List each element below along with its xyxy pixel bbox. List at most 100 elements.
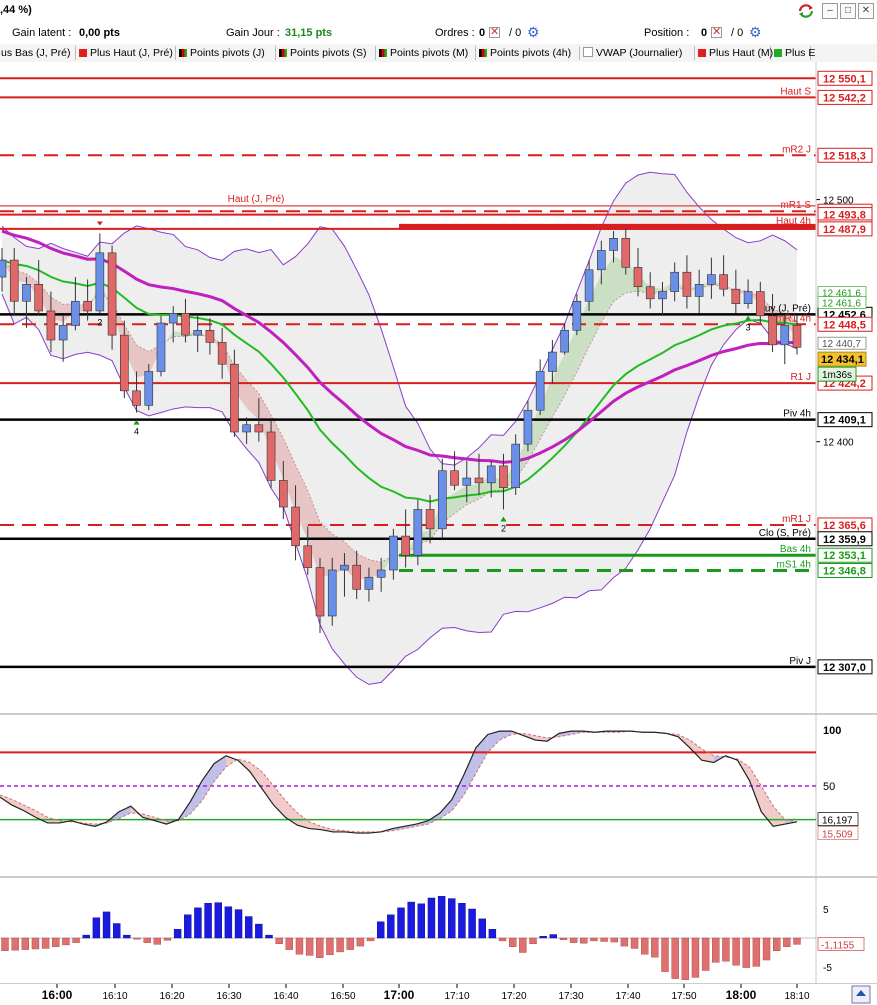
candle[interactable] bbox=[352, 564, 361, 590]
candle[interactable] bbox=[645, 286, 655, 300]
candle[interactable] bbox=[254, 424, 264, 433]
candle[interactable] bbox=[327, 569, 337, 617]
candle[interactable] bbox=[572, 300, 582, 331]
candle[interactable] bbox=[438, 470, 447, 530]
signal-label: 4 bbox=[134, 427, 139, 437]
candle[interactable] bbox=[474, 477, 484, 484]
minimize-button[interactable]: – bbox=[822, 3, 838, 19]
candle[interactable] bbox=[780, 325, 790, 346]
candle[interactable] bbox=[389, 535, 398, 571]
candle[interactable] bbox=[450, 470, 459, 486]
legend-item[interactable]: Points pivots (4h) bbox=[476, 46, 580, 60]
candle[interactable] bbox=[658, 291, 667, 300]
candle[interactable] bbox=[425, 509, 435, 530]
histo-bar bbox=[742, 937, 750, 968]
candle[interactable] bbox=[168, 313, 178, 324]
legend-item[interactable]: VWAP (Journalier) bbox=[580, 46, 695, 60]
stoch-tick-label: 100 bbox=[823, 725, 841, 737]
candle[interactable] bbox=[756, 291, 765, 317]
candle[interactable] bbox=[230, 363, 239, 433]
candle[interactable] bbox=[633, 267, 643, 288]
candle[interactable] bbox=[486, 465, 496, 484]
candle[interactable] bbox=[279, 480, 288, 508]
legend-item[interactable]: Points pivots (M) bbox=[376, 46, 476, 60]
candle[interactable] bbox=[597, 250, 606, 271]
candle[interactable] bbox=[364, 576, 374, 590]
legend-item[interactable]: Plus Haut (J, Pré) bbox=[76, 46, 176, 60]
histo-bar bbox=[407, 901, 415, 939]
legend-label: VWAP (Journalier) bbox=[596, 47, 683, 59]
histo-bar bbox=[610, 937, 618, 943]
stoch-k-value: 16,197 bbox=[822, 816, 853, 827]
histo-bar bbox=[11, 937, 19, 951]
candle[interactable] bbox=[132, 390, 141, 406]
candle[interactable] bbox=[303, 545, 313, 568]
candle[interactable] bbox=[560, 330, 569, 353]
candle[interactable] bbox=[83, 300, 92, 312]
legend-item[interactable]: Plus E bbox=[771, 46, 815, 60]
candle[interactable] bbox=[694, 284, 704, 297]
candle[interactable] bbox=[340, 564, 349, 571]
candle[interactable] bbox=[584, 269, 594, 302]
histo-bar bbox=[427, 897, 436, 939]
candle[interactable] bbox=[193, 330, 202, 336]
candle[interactable] bbox=[217, 342, 227, 365]
maximize-button[interactable]: □ bbox=[840, 3, 856, 19]
candle[interactable] bbox=[792, 325, 802, 348]
candle[interactable] bbox=[682, 271, 692, 297]
candle[interactable] bbox=[58, 325, 68, 341]
candle[interactable] bbox=[548, 351, 557, 372]
histo-bar bbox=[498, 937, 507, 942]
price-level-value: 12 365,6 bbox=[823, 520, 866, 532]
histo-bar bbox=[366, 937, 375, 942]
refresh-arrows-icon[interactable] bbox=[797, 3, 815, 19]
candle[interactable] bbox=[670, 271, 679, 292]
candle[interactable] bbox=[95, 252, 105, 312]
candle[interactable] bbox=[144, 371, 154, 406]
candle[interactable] bbox=[107, 252, 117, 336]
price-chart[interactable]: Haut SmR2 JmR1 SHaut 4hOuv (J, Pré)mR1 4… bbox=[0, 62, 877, 1005]
histo-bar bbox=[153, 937, 162, 945]
close-position-icon[interactable]: ✕ bbox=[711, 27, 722, 38]
candle[interactable] bbox=[621, 238, 631, 268]
legend-item[interactable]: Plus Haut (M) bbox=[695, 46, 773, 60]
candle[interactable] bbox=[266, 431, 276, 481]
close-orders-icon[interactable]: ✕ bbox=[489, 27, 500, 38]
candle[interactable] bbox=[181, 313, 190, 336]
candle[interactable] bbox=[462, 477, 472, 486]
ordres-settings-icon[interactable]: ⚙ bbox=[527, 24, 540, 41]
candle[interactable] bbox=[609, 238, 618, 251]
candle[interactable] bbox=[768, 315, 777, 346]
candle[interactable] bbox=[46, 310, 56, 341]
candle[interactable] bbox=[376, 569, 386, 578]
candle[interactable] bbox=[401, 535, 410, 556]
position-settings-icon[interactable]: ⚙ bbox=[749, 24, 762, 41]
candle[interactable] bbox=[156, 322, 166, 372]
candle[interactable] bbox=[205, 330, 215, 343]
candle[interactable] bbox=[707, 274, 716, 285]
time-axis-label: 17:40 bbox=[615, 991, 640, 1002]
candle[interactable] bbox=[22, 284, 31, 302]
candle[interactable] bbox=[499, 465, 508, 488]
candle[interactable] bbox=[71, 300, 80, 326]
close-button[interactable]: ✕ bbox=[858, 3, 874, 19]
candle[interactable] bbox=[291, 506, 300, 547]
candle[interactable] bbox=[511, 443, 520, 488]
candle[interactable] bbox=[743, 291, 753, 304]
candle[interactable] bbox=[719, 274, 728, 290]
candle[interactable] bbox=[0, 259, 7, 278]
legend-item[interactable]: Points pivots (J) bbox=[176, 46, 276, 60]
candle[interactable] bbox=[242, 424, 251, 433]
candle[interactable] bbox=[535, 371, 545, 411]
candle[interactable] bbox=[413, 509, 423, 556]
legend-item[interactable]: Points pivots (S) bbox=[276, 46, 376, 60]
legend-item[interactable]: us Bas (J, Pré) bbox=[0, 46, 76, 60]
candle[interactable] bbox=[34, 284, 43, 312]
candle[interactable] bbox=[9, 259, 19, 302]
histo-bar bbox=[417, 903, 426, 939]
candle[interactable] bbox=[120, 334, 129, 392]
legend-swatch bbox=[79, 49, 87, 57]
candle[interactable] bbox=[523, 409, 533, 445]
candle[interactable] bbox=[731, 288, 741, 304]
candle[interactable] bbox=[315, 567, 325, 617]
